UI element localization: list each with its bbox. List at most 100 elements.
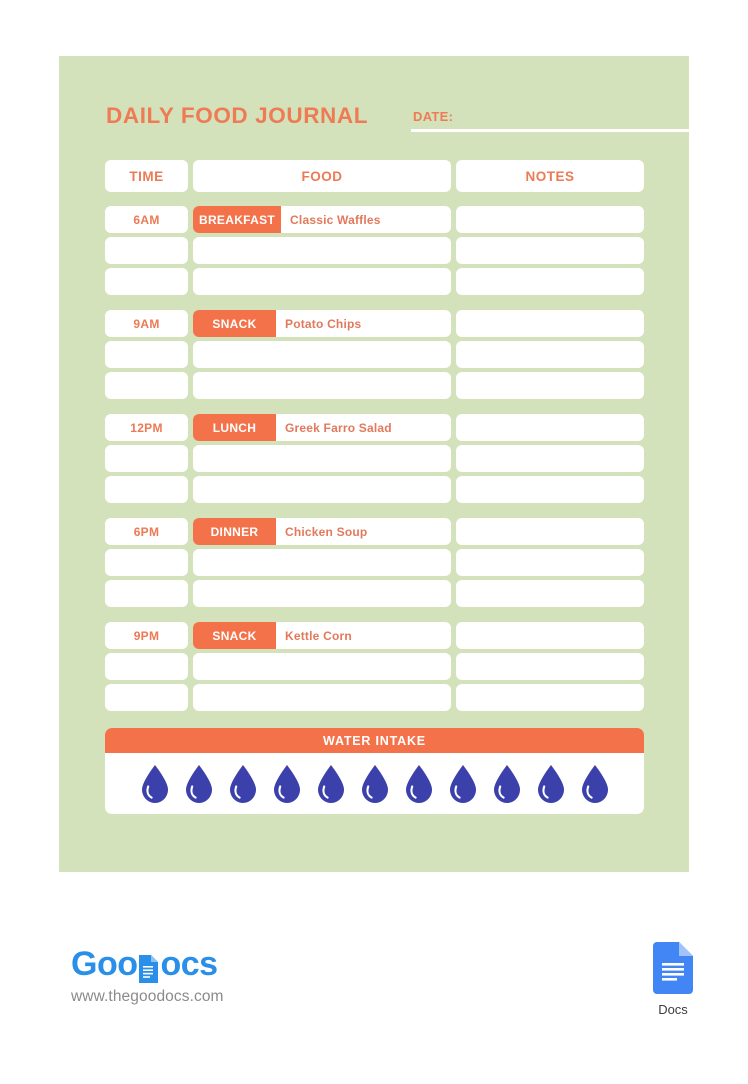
meal-badge: DINNER (193, 518, 276, 545)
table-row (105, 268, 644, 295)
food-log-table: TIME FOOD NOTES 6AM BREAKFAST Classic Waff… (105, 160, 644, 726)
water-drop-icon[interactable] (228, 764, 258, 804)
notes-cell-blank[interactable] (456, 580, 644, 607)
water-drop-icon[interactable] (580, 764, 610, 804)
food-cell-blank[interactable] (193, 268, 451, 295)
logo-wordmark: Goo ocs (71, 944, 371, 984)
notes-cell[interactable] (456, 518, 644, 545)
meal-block: 9PM SNACK Kettle Corn (105, 622, 644, 711)
notes-cell-blank[interactable] (456, 653, 644, 680)
food-cell-blank[interactable] (193, 549, 451, 576)
food-text[interactable]: Chicken Soup (276, 518, 451, 545)
time-cell-blank[interactable] (105, 549, 188, 576)
food-cell-blank[interactable] (193, 341, 451, 368)
time-cell[interactable]: 6PM (105, 518, 188, 545)
food-cell-blank[interactable] (193, 476, 451, 503)
table-row: 12PM LUNCH Greek Farro Salad (105, 414, 644, 441)
food-cell-blank[interactable] (193, 580, 451, 607)
food-cell-blank[interactable] (193, 445, 451, 472)
notes-cell-blank[interactable] (456, 445, 644, 472)
notes-cell[interactable] (456, 622, 644, 649)
meal-badge: LUNCH (193, 414, 276, 441)
docs-icon-wrap (645, 942, 701, 999)
water-drop-icon[interactable] (404, 764, 434, 804)
table-row: 9PM SNACK Kettle Corn (105, 622, 644, 649)
water-drop-icon[interactable] (184, 764, 214, 804)
column-header-time: TIME (105, 160, 188, 192)
meal-badge: SNACK (193, 622, 276, 649)
table-row: 6PM DINNER Chicken Soup (105, 518, 644, 545)
water-intake-card: WATER INTAKE (105, 728, 644, 814)
notes-cell-blank[interactable] (456, 341, 644, 368)
journal-panel: DAILY FOOD JOURNAL DATE: TIME FOOD NOTES… (59, 56, 690, 872)
table-row (105, 341, 644, 368)
food-cell[interactable]: BREAKFAST Classic Waffles (193, 206, 451, 233)
time-cell-blank[interactable] (105, 580, 188, 607)
title-row: DAILY FOOD JOURNAL DATE: (106, 103, 690, 137)
water-drop-icon[interactable] (448, 764, 478, 804)
google-docs-icon (653, 942, 693, 999)
water-drop-icon[interactable] (140, 764, 170, 804)
time-cell-blank[interactable] (105, 476, 188, 503)
notes-cell-blank[interactable] (456, 476, 644, 503)
table-row: 6AM BREAKFAST Classic Waffles (105, 206, 644, 233)
time-cell-blank[interactable] (105, 341, 188, 368)
water-intake-title: WATER INTAKE (105, 728, 644, 753)
meal-badge: SNACK (193, 310, 276, 337)
notes-cell[interactable] (456, 206, 644, 233)
notes-cell-blank[interactable] (456, 372, 644, 399)
time-cell-blank[interactable] (105, 268, 188, 295)
table-row (105, 237, 644, 264)
docs-badge[interactable]: Docs (645, 942, 701, 1017)
time-cell-blank[interactable] (105, 653, 188, 680)
time-cell[interactable]: 9PM (105, 622, 188, 649)
time-cell[interactable]: 12PM (105, 414, 188, 441)
water-drop-icon[interactable] (360, 764, 390, 804)
meal-badge: BREAKFAST (193, 206, 282, 233)
table-row: 9AM SNACK Potato Chips (105, 310, 644, 337)
food-cell[interactable]: SNACK Kettle Corn (193, 622, 451, 649)
date-label: DATE: (413, 109, 454, 124)
logo-url[interactable]: www.thegoodocs.com (71, 988, 371, 1006)
time-cell-blank[interactable] (105, 445, 188, 472)
date-input-underline[interactable] (411, 129, 690, 132)
meal-block: 6AM BREAKFAST Classic Waffles (105, 206, 644, 295)
food-cell-blank[interactable] (193, 237, 451, 264)
food-cell[interactable]: LUNCH Greek Farro Salad (193, 414, 451, 441)
food-cell-blank[interactable] (193, 684, 451, 711)
table-header-row: TIME FOOD NOTES (105, 160, 644, 192)
table-row (105, 445, 644, 472)
table-row (105, 580, 644, 607)
time-cell-blank[interactable] (105, 684, 188, 711)
food-cell[interactable]: SNACK Potato Chips (193, 310, 451, 337)
time-cell-blank[interactable] (105, 372, 188, 399)
notes-cell-blank[interactable] (456, 268, 644, 295)
logo-text-before: Goo (71, 945, 138, 983)
goodocs-logo[interactable]: Goo ocs www.thegoodocs.com (71, 944, 371, 1014)
water-drop-icon[interactable] (316, 764, 346, 804)
column-header-notes: NOTES (456, 160, 644, 192)
food-text[interactable]: Classic Waffles (281, 206, 451, 233)
notes-cell[interactable] (456, 310, 644, 337)
table-row (105, 372, 644, 399)
food-text[interactable]: Kettle Corn (276, 622, 451, 649)
table-row (105, 653, 644, 680)
notes-cell-blank[interactable] (456, 549, 644, 576)
notes-cell-blank[interactable] (456, 237, 644, 264)
time-cell-blank[interactable] (105, 237, 188, 264)
docs-label: Docs (658, 1002, 688, 1017)
notes-cell-blank[interactable] (456, 684, 644, 711)
table-row (105, 549, 644, 576)
water-drops-row (105, 753, 644, 814)
food-text[interactable]: Greek Farro Salad (276, 414, 451, 441)
food-text[interactable]: Potato Chips (276, 310, 451, 337)
water-drop-icon[interactable] (536, 764, 566, 804)
time-cell[interactable]: 6AM (105, 206, 188, 233)
notes-cell[interactable] (456, 414, 644, 441)
water-drop-icon[interactable] (272, 764, 302, 804)
time-cell[interactable]: 9AM (105, 310, 188, 337)
food-cell-blank[interactable] (193, 372, 451, 399)
food-cell-blank[interactable] (193, 653, 451, 680)
food-cell[interactable]: DINNER Chicken Soup (193, 518, 451, 545)
water-drop-icon[interactable] (492, 764, 522, 804)
